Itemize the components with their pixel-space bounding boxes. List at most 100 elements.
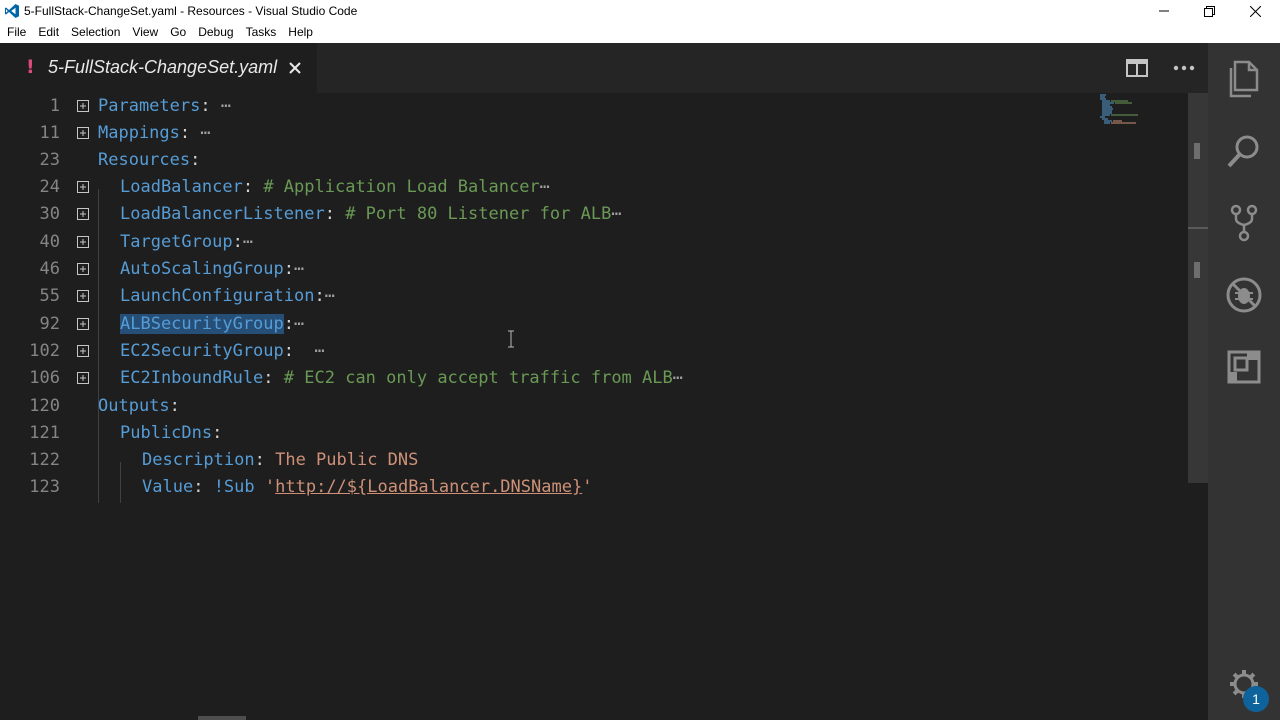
expand-fold-icon[interactable] <box>77 263 89 275</box>
minimize-icon <box>1159 10 1169 12</box>
line-number: 106 <box>29 368 60 388</box>
expand-fold-icon[interactable] <box>77 345 89 357</box>
yaml-colon: : <box>200 96 211 116</box>
yaml-colon: : <box>190 150 201 170</box>
expand-fold-icon[interactable] <box>77 127 89 139</box>
horizontal-scrollbar-thumb[interactable] <box>198 716 246 720</box>
activity-search[interactable] <box>1208 115 1280 187</box>
menu-go[interactable]: Go <box>164 22 192 43</box>
code-line: 1 Parameters: ⋯ <box>0 93 1188 120</box>
yaml-url-link[interactable]: http://${LoadBalancer.DNSName} <box>275 477 582 497</box>
tab-label: 5-FullStack-ChangeSet.yaml <box>48 57 278 77</box>
menu-selection[interactable]: Selection <box>65 22 126 43</box>
line-number: 30 <box>39 204 60 224</box>
expand-fold-icon[interactable] <box>77 100 89 112</box>
folded-ellipsis[interactable]: ⋯ <box>315 341 325 361</box>
code-line: 11 Mappings: ⋯ <box>0 120 1188 147</box>
selected-yaml-key: ALBSecurityGroup <box>120 314 284 334</box>
vertical-scrollbar[interactable] <box>1188 93 1208 720</box>
expand-fold-icon[interactable] <box>77 290 89 302</box>
code-text: EC2SecurityGroup: ⋯ <box>120 338 325 365</box>
code-line: 121 PublicDns: <box>0 420 1188 447</box>
more-actions-icon <box>1173 65 1195 71</box>
yaml-colon: : <box>263 368 274 388</box>
folded-ellipsis[interactable]: ⋯ <box>325 286 335 306</box>
expand-fold-icon[interactable] <box>77 318 89 330</box>
folded-ellipsis[interactable]: ⋯ <box>673 368 683 388</box>
code-line: 92 ALBSecurityGroup:⋯ <box>0 311 1188 338</box>
line-number: 123 <box>29 477 60 497</box>
code-line: 122 Description: The Public DNS <box>0 447 1188 474</box>
folded-ellipsis[interactable]: ⋯ <box>540 177 550 197</box>
yaml-key: PublicDns <box>120 423 213 443</box>
yaml-comment: # Application Load Balancer <box>263 177 540 197</box>
yaml-colon: : <box>283 314 295 334</box>
activity-source-control[interactable] <box>1208 187 1280 259</box>
yaml-colon: : <box>283 259 295 279</box>
minimap[interactable] <box>1098 93 1158 127</box>
expand-fold-icon[interactable] <box>77 372 89 384</box>
menu-bar: File Edit Selection View Go Debug Tasks … <box>0 22 1280 43</box>
code-editor[interactable]: 1 Parameters: ⋯ 11 Mappings: ⋯ 23 Resour… <box>0 93 1188 720</box>
yaml-colon: : <box>193 477 204 497</box>
code-text: AutoScalingGroup:⋯ <box>120 256 304 283</box>
yaml-key: Mappings <box>98 123 180 143</box>
line-number: 121 <box>29 423 60 443</box>
restore-button[interactable] <box>1186 0 1232 22</box>
yaml-key: Parameters <box>98 96 201 116</box>
expand-fold-icon[interactable] <box>77 181 89 193</box>
yaml-key: LoadBalancer <box>120 177 243 197</box>
scrollbar-marker <box>1194 143 1200 159</box>
yaml-colon: : <box>314 286 325 306</box>
folded-ellipsis[interactable]: ⋯ <box>294 314 304 334</box>
restore-icon <box>1203 5 1215 17</box>
line-number: 23 <box>39 150 60 170</box>
folded-ellipsis[interactable]: ⋯ <box>243 232 253 252</box>
activity-explorer[interactable] <box>1208 43 1280 115</box>
yaml-comment: # Port 80 Listener for ALB <box>345 204 612 224</box>
folded-ellipsis[interactable]: ⋯ <box>221 96 231 116</box>
split-editor-button[interactable] <box>1125 57 1149 79</box>
split-editor-icon <box>1126 59 1148 77</box>
code-text: LoadBalancer: # Application Load Balance… <box>120 174 550 201</box>
activity-extensions[interactable] <box>1208 331 1280 403</box>
yaml-key: TargetGroup <box>120 232 233 252</box>
folded-ellipsis[interactable]: ⋯ <box>611 204 621 224</box>
expand-fold-icon[interactable] <box>77 208 89 220</box>
code-text: TargetGroup:⋯ <box>120 229 253 256</box>
folded-ellipsis[interactable]: ⋯ <box>200 123 210 143</box>
line-number: 40 <box>39 232 60 252</box>
code-line: 123 Value: !Sub 'http://${LoadBalancer.D… <box>0 474 1188 501</box>
search-icon <box>1227 135 1259 168</box>
yaml-key: Value <box>142 477 194 497</box>
expand-fold-icon[interactable] <box>77 236 89 248</box>
menu-file[interactable]: File <box>1 22 32 43</box>
more-actions-button[interactable] <box>1172 57 1196 79</box>
menu-tasks[interactable]: Tasks <box>240 22 283 43</box>
folded-ellipsis[interactable]: ⋯ <box>294 259 304 279</box>
close-icon[interactable] <box>287 60 303 76</box>
menu-edit[interactable]: Edit <box>32 22 65 43</box>
menu-debug[interactable]: Debug <box>192 22 239 43</box>
line-number: 55 <box>39 286 60 306</box>
menu-view[interactable]: View <box>126 22 164 43</box>
menu-help[interactable]: Help <box>282 22 319 43</box>
modified-marker: ! <box>26 56 35 78</box>
scrollbar-overview-line <box>1188 227 1208 229</box>
minimize-button[interactable] <box>1141 0 1187 22</box>
code-line: 102 EC2SecurityGroup: ⋯ <box>0 338 1188 365</box>
code-text: ALBSecurityGroup:⋯ <box>120 311 304 338</box>
code-line: 23 Resources: <box>0 147 1188 174</box>
yaml-colon: : <box>169 396 180 416</box>
line-number: 1 <box>49 96 60 116</box>
activity-settings[interactable] <box>1208 648 1280 720</box>
tab-bar: ! 5-FullStack-ChangeSet.yaml <box>0 43 1208 93</box>
activity-debug[interactable] <box>1208 259 1280 331</box>
yaml-tag: !Sub <box>213 477 255 497</box>
code-line: 55 LaunchConfiguration:⋯ <box>0 283 1188 310</box>
line-number: 46 <box>39 259 60 279</box>
tab-5-fullstack-changeset[interactable]: ! 5-FullStack-ChangeSet.yaml <box>0 43 317 93</box>
close-window-button[interactable] <box>1232 0 1278 22</box>
yaml-comment: # EC2 can only accept traffic from ALB <box>283 368 673 388</box>
code-line: 30 LoadBalancerListener: # Port 80 Liste… <box>0 201 1188 228</box>
